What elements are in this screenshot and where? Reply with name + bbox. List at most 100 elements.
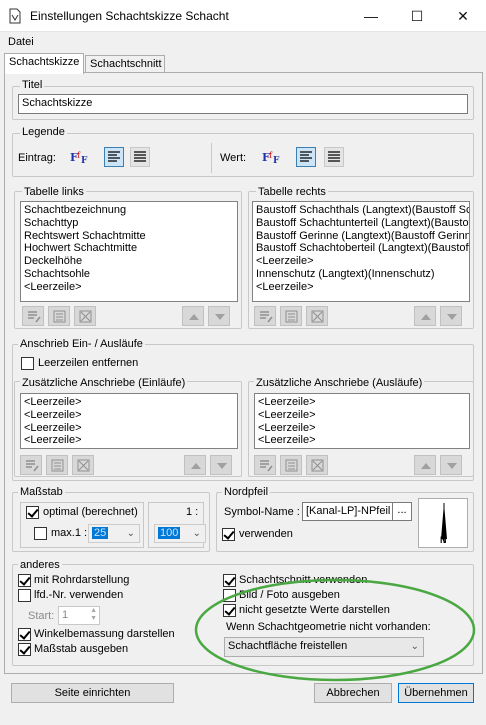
- list-item[interactable]: Baustoff Schachtunterteil (Langtext)(Bau…: [256, 217, 469, 230]
- insert-button-rechts[interactable]: [280, 306, 302, 326]
- app-icon: [9, 8, 21, 24]
- abbrechen-button[interactable]: Abbrechen: [314, 683, 392, 703]
- winkel-checkbox[interactable]: [18, 628, 31, 641]
- auslaeufe-list[interactable]: <Leerzeile> <Leerzeile> <Leerzeile> <Lee…: [254, 393, 470, 449]
- edit-button-auslaeufe[interactable]: [254, 455, 276, 475]
- align-left-button-wert[interactable]: [296, 147, 316, 167]
- edit-icon: [260, 311, 273, 323]
- delete-button-einlaeufe[interactable]: [72, 455, 94, 475]
- tabelle-links-list[interactable]: Schachtbezeichnung Schachttyp Rechtswert…: [20, 201, 238, 302]
- list-item[interactable]: <Leerzeile>: [256, 281, 466, 294]
- move-up-button-einlaeufe[interactable]: [184, 455, 206, 475]
- align-left-button-eintrag[interactable]: [104, 147, 124, 167]
- move-down-button-auslaeufe[interactable]: [440, 455, 462, 475]
- symbol-name-value: [Kanal-LP]-NPfeil: [306, 505, 391, 517]
- list-item[interactable]: <Leerzeile>: [24, 409, 234, 422]
- insert-button-links[interactable]: [48, 306, 70, 326]
- close-button[interactable]: ✕: [440, 0, 486, 32]
- massstab-ausgeben-checkbox[interactable]: [18, 643, 31, 656]
- leerzeilen-label: Leerzeilen entfernen: [38, 357, 139, 369]
- list-item[interactable]: <Leerzeile>: [24, 434, 234, 447]
- arrow-down-icon: [215, 314, 225, 320]
- insert-icon: [51, 459, 64, 472]
- list-item[interactable]: <Leerzeile>: [258, 434, 466, 447]
- tab-schachtschnitt[interactable]: Schachtschnitt: [85, 55, 165, 73]
- uebernehmen-button[interactable]: Übernehmen: [398, 683, 474, 703]
- list-item[interactable]: Baustoff Schachthals (Langtext)(Baustoff…: [256, 204, 469, 217]
- massstab-ausgeben-label: Maßstab ausgeben: [34, 643, 129, 655]
- move-up-button-links[interactable]: [182, 306, 204, 326]
- align-justify-button-eintrag[interactable]: [130, 147, 150, 167]
- font-icon-button-eintrag[interactable]: FfF: [68, 147, 88, 167]
- edit-button-einlaeufe[interactable]: [20, 455, 42, 475]
- einlaeufe-legend: Zusätzliche Anschriebe (Einläufe): [20, 377, 188, 389]
- optimal-checkbox[interactable]: [26, 506, 39, 519]
- titel-input[interactable]: Schachtskizze: [18, 94, 468, 114]
- svg-text:F: F: [273, 156, 280, 165]
- delete-button-links[interactable]: [74, 306, 96, 326]
- verwenden-checkbox[interactable]: [222, 528, 235, 541]
- move-down-button-links[interactable]: [208, 306, 230, 326]
- list-item[interactable]: <Leerzeile>: [24, 281, 234, 294]
- edit-icon: [28, 311, 41, 323]
- list-item[interactable]: Deckelhöhe: [24, 255, 234, 268]
- tabelle-rechts-list[interactable]: Baustoff Schachthals (Langtext)(Baustoff…: [252, 201, 470, 302]
- edit-button-links[interactable]: [22, 306, 44, 326]
- list-item[interactable]: Schachttyp: [24, 217, 234, 230]
- align-justify-icon: [328, 151, 340, 162]
- insert-button-auslaeufe[interactable]: [280, 455, 302, 475]
- window-title: Einstellungen Schachtskizze Schacht: [30, 9, 229, 23]
- list-item[interactable]: <Leerzeile>: [24, 396, 234, 409]
- list-item[interactable]: Innenschutz (Langtext)(Innenschutz): [256, 268, 466, 281]
- delete-icon: [79, 310, 92, 323]
- list-item[interactable]: Rechtswert Schachtmitte: [24, 230, 234, 243]
- maximize-button[interactable]: ☐: [394, 0, 440, 32]
- edit-button-rechts[interactable]: [254, 306, 276, 326]
- tabelle-rechts-legend: Tabelle rechts: [256, 186, 328, 198]
- list-item[interactable]: <Leerzeile>: [258, 396, 466, 409]
- menu-datei[interactable]: Datei: [8, 36, 34, 48]
- delete-button-rechts[interactable]: [306, 306, 328, 326]
- leerzeilen-checkbox[interactable]: [21, 357, 34, 370]
- minimize-button[interactable]: —: [348, 0, 394, 32]
- list-item[interactable]: <Leerzeile>: [24, 422, 234, 435]
- align-left-icon: [300, 151, 312, 162]
- eintrag-label: Eintrag:: [18, 152, 56, 164]
- arrow-up-icon: [191, 463, 201, 469]
- delete-icon: [311, 459, 324, 472]
- align-justify-button-wert[interactable]: [324, 147, 344, 167]
- insert-button-einlaeufe[interactable]: [46, 455, 68, 475]
- move-down-button-einlaeufe[interactable]: [210, 455, 232, 475]
- delete-button-auslaeufe[interactable]: [306, 455, 328, 475]
- auslaeufe-legend: Zusätzliche Anschriebe (Ausläufe): [254, 377, 425, 389]
- font-icon: FfF: [70, 151, 88, 165]
- anschrieb-legend: Anschrieb Ein- / Ausläufe: [18, 338, 145, 350]
- delete-icon: [311, 310, 324, 323]
- ratio-combo[interactable]: 100 ⌄: [154, 524, 206, 543]
- max-combo[interactable]: 25 ⌄: [88, 524, 140, 543]
- font-icon-button-wert[interactable]: FfF: [260, 147, 280, 167]
- list-item[interactable]: Baustoff Schachtoberteil (Langtext)(Baus…: [256, 242, 469, 255]
- list-item[interactable]: Schachtsohle: [24, 268, 234, 281]
- move-up-button-auslaeufe[interactable]: [414, 455, 436, 475]
- list-item[interactable]: <Leerzeile>: [256, 255, 466, 268]
- anderes-legend: anderes: [18, 559, 62, 571]
- list-item[interactable]: <Leerzeile>: [258, 422, 466, 435]
- start-label: Start:: [28, 610, 55, 622]
- list-item[interactable]: Baustoff Gerinne (Langtext)(Baustoff Ger…: [256, 230, 469, 243]
- lfd-checkbox[interactable]: [18, 589, 31, 602]
- move-down-button-rechts[interactable]: [440, 306, 462, 326]
- max-checkbox[interactable]: [34, 527, 47, 540]
- chevron-down-icon: ⌄: [126, 528, 135, 539]
- move-up-button-rechts[interactable]: [414, 306, 436, 326]
- seite-einrichten-button[interactable]: Seite einrichten: [11, 683, 174, 703]
- rohr-checkbox[interactable]: [18, 574, 31, 587]
- tab-schachtskizze[interactable]: Schachtskizze: [4, 53, 84, 74]
- start-spinner[interactable]: 1 ▲ ▼: [58, 606, 100, 625]
- align-justify-icon: [134, 151, 146, 162]
- list-item[interactable]: Schachtbezeichnung: [24, 204, 234, 217]
- list-item[interactable]: Hochwert Schachtmitte: [24, 242, 234, 255]
- einlaeufe-list[interactable]: <Leerzeile> <Leerzeile> <Leerzeile> <Lee…: [20, 393, 238, 449]
- list-item[interactable]: <Leerzeile>: [258, 409, 466, 422]
- browse-button[interactable]: ...: [392, 502, 412, 521]
